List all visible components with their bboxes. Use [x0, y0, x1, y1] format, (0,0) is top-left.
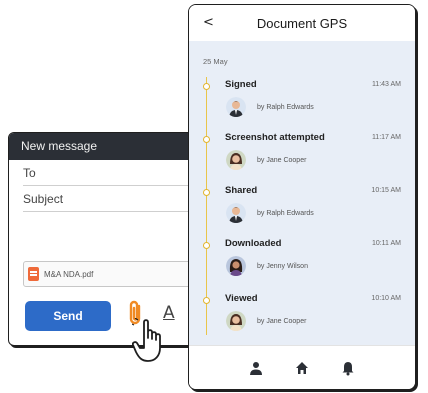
avatar	[226, 256, 246, 276]
attachment-name: M&A NDA.pdf	[44, 269, 94, 279]
avatar	[226, 311, 246, 331]
timeline-event[interactable]: Screenshot attempted 11:17 AM by Jane Co…	[189, 130, 415, 182]
event-title: Signed	[225, 79, 257, 90]
event-time: 10:11 AM	[371, 240, 401, 247]
document-gps-panel: < Document GPS 25 May Signed 11:43 AM by…	[188, 4, 416, 390]
pdf-file-icon	[28, 267, 39, 281]
home-icon[interactable]	[294, 360, 310, 376]
bottom-nav	[189, 345, 415, 389]
timeline-event[interactable]: Shared 10:15 AM by Ralph Edwards	[189, 183, 415, 235]
event-user: by Ralph Edwards	[257, 210, 314, 217]
event-time: 10:10 AM	[371, 295, 401, 302]
date-label: 25 May	[203, 57, 228, 66]
event-user: by Ralph Edwards	[257, 104, 314, 111]
event-title: Viewed	[225, 293, 258, 304]
to-field[interactable]: To	[23, 160, 207, 186]
event-time: 11:17 AM	[371, 134, 401, 141]
bell-icon[interactable]	[340, 360, 356, 376]
compose-window: New message To Subject M&A NDA.pdf Send …	[8, 132, 208, 346]
event-title: Screenshot attempted	[225, 132, 325, 143]
event-title: Downloaded	[225, 238, 282, 249]
event-user: by Jenny Wilson	[257, 263, 308, 270]
timeline-dot	[203, 242, 210, 249]
attachment-chip[interactable]: M&A NDA.pdf	[23, 261, 207, 287]
back-chevron-icon[interactable]: <	[203, 15, 214, 30]
hand-pointer-icon	[132, 318, 161, 362]
timeline-event[interactable]: Signed 11:43 AM by Ralph Edwards	[189, 77, 415, 129]
event-user: by Jane Cooper	[257, 157, 307, 164]
avatar	[226, 150, 246, 170]
event-user: by Jane Cooper	[257, 318, 307, 325]
subject-field[interactable]: Subject	[23, 186, 207, 212]
timeline-dot	[203, 297, 210, 304]
avatar	[226, 97, 246, 117]
timeline-event[interactable]: Viewed 10:10 AM by Jane Cooper	[189, 291, 415, 343]
page-title: Document GPS	[256, 15, 348, 31]
person-icon[interactable]	[248, 360, 264, 376]
activity-feed: 25 May Signed 11:43 AM by Ralph Edwards …	[189, 41, 415, 345]
event-time: 11:43 AM	[371, 81, 401, 88]
send-button[interactable]: Send	[25, 301, 111, 331]
avatar	[226, 203, 246, 223]
event-time: 10:15 AM	[371, 187, 401, 194]
timeline-dot	[203, 83, 210, 90]
timeline-event[interactable]: Downloaded 10:11 AM by Jenny Wilson	[189, 236, 415, 288]
timeline-dot	[203, 136, 210, 143]
gps-header: < Document GPS	[189, 5, 415, 41]
timeline-dot	[203, 189, 210, 196]
event-title: Shared	[225, 185, 258, 196]
compose-title: New message	[9, 133, 207, 160]
